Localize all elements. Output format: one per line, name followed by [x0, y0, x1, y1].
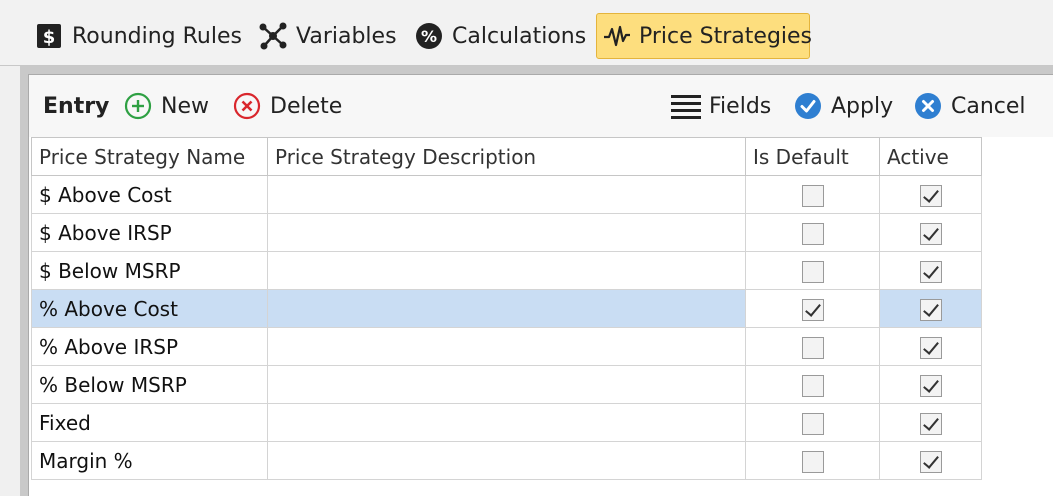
- svg-text:%: %: [421, 27, 437, 46]
- fields-button[interactable]: Fields: [671, 89, 771, 123]
- active-checkbox[interactable]: [919, 374, 942, 397]
- cell-is-default: [745, 365, 880, 404]
- table-row[interactable]: Fixed: [31, 403, 982, 442]
- cell-strategy-name[interactable]: Margin %: [31, 441, 268, 480]
- cell-strategy-name[interactable]: $ Below MSRP: [31, 251, 268, 290]
- tab-rounding-rules[interactable]: $ Rounding Rules: [28, 13, 248, 59]
- cell-strategy-description[interactable]: [267, 251, 746, 290]
- tab-label: Rounding Rules: [72, 23, 242, 49]
- grid-header-row: Price Strategy Name Price Strategy Descr…: [31, 137, 982, 176]
- active-checkbox[interactable]: [919, 450, 942, 473]
- cell-strategy-name[interactable]: % Above IRSP: [31, 327, 268, 366]
- cell-strategy-description[interactable]: [267, 365, 746, 404]
- column-header-active[interactable]: Active: [879, 137, 982, 176]
- apply-label: Apply: [831, 93, 894, 119]
- entry-toolbar: Entry New Delete Fields Apply Cancel: [29, 75, 1053, 137]
- dollar-sign-icon: $: [34, 21, 64, 51]
- percent-icon: %: [414, 21, 444, 51]
- svg-text:$: $: [43, 27, 56, 48]
- is-default-checkbox[interactable]: [801, 222, 824, 245]
- tab-price-strategies[interactable]: Price Strategies: [596, 13, 813, 59]
- cell-is-default: [745, 403, 880, 442]
- network-nodes-icon: [258, 21, 288, 51]
- cancel-label: Cancel: [951, 93, 1026, 119]
- cell-is-default: [745, 251, 880, 290]
- check-circle-icon: [793, 91, 823, 121]
- delete-circle-icon: [232, 91, 262, 121]
- is-default-checkbox[interactable]: [801, 374, 824, 397]
- cell-strategy-name[interactable]: % Above Cost: [31, 289, 268, 328]
- cell-strategy-description[interactable]: [267, 213, 746, 252]
- tab-calculations[interactable]: % Calculations: [408, 13, 592, 59]
- tab-bar: $ Rounding Rules Variables % Calculation…: [0, 0, 1053, 66]
- table-row[interactable]: % Below MSRP: [31, 365, 982, 404]
- cell-is-default: [745, 175, 880, 214]
- active-checkbox[interactable]: [919, 184, 942, 207]
- delete-label: Delete: [270, 93, 343, 119]
- table-row[interactable]: Margin %: [31, 441, 982, 480]
- cell-strategy-name[interactable]: $ Above IRSP: [31, 213, 268, 252]
- content-panel: Entry New Delete Fields Apply Cancel Pri…: [20, 66, 1053, 496]
- table-row[interactable]: $ Above IRSP: [31, 213, 982, 252]
- table-row[interactable]: % Above IRSP: [31, 327, 982, 366]
- tab-label: Variables: [296, 23, 397, 49]
- is-default-checkbox[interactable]: [801, 298, 824, 321]
- cell-strategy-name[interactable]: Fixed: [31, 403, 268, 442]
- cell-active: [879, 213, 982, 252]
- fields-label: Fields: [709, 93, 772, 119]
- is-default-checkbox[interactable]: [801, 450, 824, 473]
- price-strategies-grid: Price Strategy Name Price Strategy Descr…: [31, 137, 982, 480]
- is-default-checkbox[interactable]: [801, 260, 824, 283]
- entry-panel: Entry New Delete Fields Apply Cancel Pri…: [28, 74, 1053, 496]
- cell-strategy-name[interactable]: % Below MSRP: [31, 365, 268, 404]
- cell-active: [879, 365, 982, 404]
- delete-button[interactable]: Delete: [232, 89, 342, 123]
- active-checkbox[interactable]: [919, 336, 942, 359]
- active-checkbox[interactable]: [919, 298, 942, 321]
- cell-is-default: [745, 327, 880, 366]
- cell-active: [879, 175, 982, 214]
- cell-is-default: [745, 289, 880, 328]
- cell-is-default: [745, 441, 880, 480]
- plus-circle-icon: [123, 91, 153, 121]
- apply-button[interactable]: Apply: [793, 89, 893, 123]
- column-header-name[interactable]: Price Strategy Name: [31, 137, 268, 176]
- column-header-description[interactable]: Price Strategy Description: [267, 137, 746, 176]
- pulse-wave-icon: [603, 21, 631, 51]
- is-default-checkbox[interactable]: [801, 336, 824, 359]
- table-row[interactable]: $ Above Cost: [31, 175, 982, 214]
- cancel-button[interactable]: Cancel: [913, 89, 1026, 123]
- new-button[interactable]: New: [123, 89, 209, 123]
- cell-active: [879, 327, 982, 366]
- is-default-checkbox[interactable]: [801, 184, 824, 207]
- cell-strategy-description[interactable]: [267, 175, 746, 214]
- tab-variables[interactable]: Variables: [252, 13, 403, 59]
- table-row[interactable]: $ Below MSRP: [31, 251, 982, 290]
- cell-strategy-description[interactable]: [267, 403, 746, 442]
- cell-strategy-name[interactable]: $ Above Cost: [31, 175, 268, 214]
- tab-label: Price Strategies: [639, 23, 813, 49]
- cell-active: [879, 289, 982, 328]
- grid-body: $ Above Cost $ Above IRSP $ Below MSRP% Ab…: [31, 175, 982, 480]
- cell-active: [879, 441, 982, 480]
- toolbar-title: Entry: [43, 93, 110, 119]
- cell-active: [879, 403, 982, 442]
- cell-strategy-description[interactable]: [267, 327, 746, 366]
- active-checkbox[interactable]: [919, 222, 942, 245]
- active-checkbox[interactable]: [919, 412, 942, 435]
- cell-is-default: [745, 213, 880, 252]
- cancel-circle-icon: [913, 91, 943, 121]
- new-label: New: [161, 93, 209, 119]
- column-header-is-default[interactable]: Is Default: [745, 137, 880, 176]
- list-lines-icon: [671, 91, 701, 121]
- cell-strategy-description[interactable]: [267, 289, 746, 328]
- table-row[interactable]: % Above Cost: [31, 289, 982, 328]
- active-checkbox[interactable]: [919, 260, 942, 283]
- is-default-checkbox[interactable]: [801, 412, 824, 435]
- cell-active: [879, 251, 982, 290]
- cell-strategy-description[interactable]: [267, 441, 746, 480]
- tab-label: Calculations: [452, 23, 587, 49]
